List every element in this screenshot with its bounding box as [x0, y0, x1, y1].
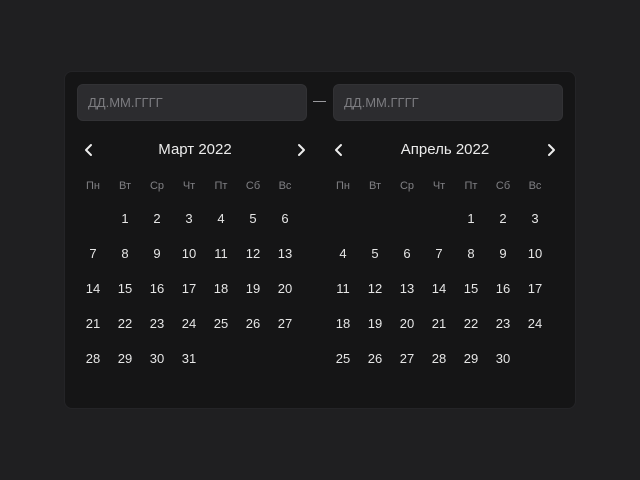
- day-cell-empty: [391, 201, 423, 236]
- day-cell[interactable]: 2: [487, 201, 519, 236]
- day-cell[interactable]: 29: [109, 341, 141, 376]
- day-cell[interactable]: 28: [423, 341, 455, 376]
- day-cell[interactable]: 18: [327, 306, 359, 341]
- weekday-label: Ср: [399, 180, 415, 192]
- day-cell[interactable]: 24: [519, 306, 551, 341]
- day-cell[interactable]: 27: [269, 306, 301, 341]
- weekday-label: Пн: [336, 180, 350, 192]
- day-cell[interactable]: 13: [391, 271, 423, 306]
- day-cell[interactable]: 29: [455, 341, 487, 376]
- day-cell[interactable]: 8: [455, 236, 487, 271]
- day-cell-empty: [327, 201, 359, 236]
- day-cell[interactable]: 4: [327, 236, 359, 271]
- day-cell[interactable]: 20: [269, 271, 301, 306]
- day-cell[interactable]: 19: [237, 271, 269, 306]
- weekday-label: Вс: [278, 180, 292, 192]
- end-date-input[interactable]: [333, 84, 563, 121]
- day-cell[interactable]: 6: [391, 236, 423, 271]
- day-cell[interactable]: 4: [205, 201, 237, 236]
- day-cell[interactable]: 12: [237, 236, 269, 271]
- weekday-label: Вс: [528, 180, 542, 192]
- day-cell-empty: [77, 201, 109, 236]
- weekday-header: Пн Вт Ср Чт Пт Сб Вс: [327, 174, 551, 198]
- day-cell[interactable]: 16: [487, 271, 519, 306]
- day-cell[interactable]: 11: [205, 236, 237, 271]
- weekday-label: Чт: [182, 180, 196, 192]
- weekday-label: Вт: [118, 180, 131, 192]
- day-cell[interactable]: 10: [519, 236, 551, 271]
- day-cell[interactable]: 1: [455, 201, 487, 236]
- day-cell[interactable]: 14: [77, 271, 109, 306]
- day-cell[interactable]: 21: [423, 306, 455, 341]
- day-cell[interactable]: 6: [269, 201, 301, 236]
- day-cell[interactable]: 16: [141, 271, 173, 306]
- day-cell[interactable]: 26: [237, 306, 269, 341]
- day-cell[interactable]: 22: [455, 306, 487, 341]
- day-cell[interactable]: 17: [173, 271, 205, 306]
- next-month-button[interactable]: [289, 134, 313, 166]
- days-grid: 1 2 3 4 5 6 7 8 9 10 11 12 13 14 15 16 17 18 19 20 21 22 23 24 2…: [77, 201, 301, 376]
- weekday-label: Сб: [495, 180, 511, 192]
- day-cell[interactable]: 15: [109, 271, 141, 306]
- day-cell[interactable]: 2: [141, 201, 173, 236]
- day-cell-empty: [423, 201, 455, 236]
- days-grid: 1 2 3 4 5 6 7 8 9 10 11 12 13 14 15 16 17 18 19 20 21 22 23 24 2…: [327, 201, 551, 376]
- day-cell[interactable]: 28: [77, 341, 109, 376]
- day-cell[interactable]: 3: [519, 201, 551, 236]
- day-cell[interactable]: 27: [391, 341, 423, 376]
- start-date-input[interactable]: [77, 84, 307, 121]
- day-cell[interactable]: 20: [391, 306, 423, 341]
- day-cell[interactable]: 19: [359, 306, 391, 341]
- day-cell[interactable]: 15: [455, 271, 487, 306]
- month-header: Апрель 2022: [327, 134, 555, 166]
- day-cell[interactable]: 30: [141, 341, 173, 376]
- day-cell[interactable]: 7: [77, 236, 109, 271]
- day-cell[interactable]: 22: [109, 306, 141, 341]
- calendar-month-right: Апрель 2022 Пн Вт Ср Чт Пт Сб Вс 1 2 3 4 5 6 7 8 9 10 11…: [327, 134, 555, 376]
- day-cell[interactable]: 12: [359, 271, 391, 306]
- chevron-right-icon: [548, 144, 555, 156]
- day-cell[interactable]: 11: [327, 271, 359, 306]
- day-cell[interactable]: 25: [205, 306, 237, 341]
- month-title: Март 2022: [158, 141, 232, 158]
- day-cell[interactable]: 7: [423, 236, 455, 271]
- day-cell[interactable]: 5: [359, 236, 391, 271]
- day-cell[interactable]: 9: [141, 236, 173, 271]
- calendar-month-left: Март 2022 Пн Вт Ср Чт Пт Сб Вс 1 2 3 4 5 6 7 8 9 10 11 12…: [77, 134, 305, 376]
- month-title: Апрель 2022: [400, 141, 490, 158]
- range-separator: [313, 101, 326, 102]
- weekday-label: Пт: [464, 180, 478, 192]
- day-cell[interactable]: 26: [359, 341, 391, 376]
- month-header: Март 2022: [77, 134, 305, 166]
- day-cell[interactable]: 13: [269, 236, 301, 271]
- weekday-header: Пн Вт Ср Чт Пт Сб Вс: [77, 174, 301, 198]
- day-cell[interactable]: 1: [109, 201, 141, 236]
- day-cell[interactable]: 23: [141, 306, 173, 341]
- day-cell-empty: [359, 201, 391, 236]
- weekday-label: Пн: [86, 180, 100, 192]
- weekday-label: Чт: [432, 180, 446, 192]
- date-range-picker: Март 2022 ПнВтСрЧтПтСбВс 123456789101112…: [64, 71, 576, 409]
- day-cell[interactable]: 24: [173, 306, 205, 341]
- next-month-button[interactable]: [539, 134, 563, 166]
- day-cell[interactable]: 30: [487, 341, 519, 376]
- day-cell[interactable]: 31: [173, 341, 205, 376]
- day-cell[interactable]: 17: [519, 271, 551, 306]
- chevron-right-icon: [298, 144, 305, 156]
- day-cell[interactable]: 5: [237, 201, 269, 236]
- weekday-label: Сб: [245, 180, 261, 192]
- day-cell[interactable]: 10: [173, 236, 205, 271]
- day-cell[interactable]: 3: [173, 201, 205, 236]
- day-cell[interactable]: 8: [109, 236, 141, 271]
- weekday-label: Вт: [368, 180, 381, 192]
- day-cell[interactable]: 18: [205, 271, 237, 306]
- day-cell[interactable]: 25: [327, 341, 359, 376]
- day-cell[interactable]: 9: [487, 236, 519, 271]
- day-cell[interactable]: 21: [77, 306, 109, 341]
- day-cell[interactable]: 14: [423, 271, 455, 306]
- day-cell[interactable]: 23: [487, 306, 519, 341]
- weekday-label: Ср: [149, 180, 165, 192]
- weekday-label: Пт: [214, 180, 228, 192]
